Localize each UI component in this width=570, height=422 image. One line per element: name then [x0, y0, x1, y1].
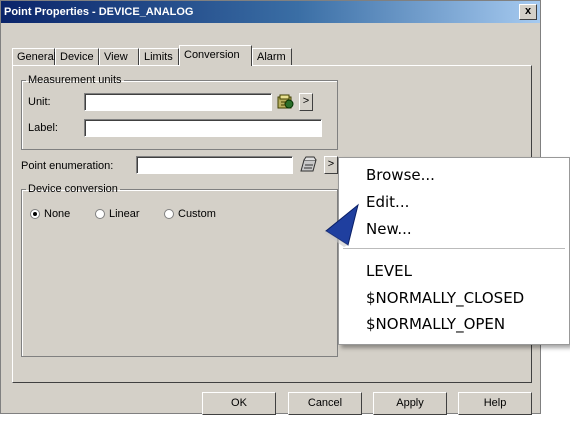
- tab-conversion[interactable]: Conversion: [179, 45, 252, 66]
- tab-view[interactable]: View: [99, 48, 139, 65]
- enumeration-context-menu: Browse... Edit... New... LEVEL $NORMALLY…: [338, 157, 570, 345]
- radio-none[interactable]: None: [30, 208, 70, 220]
- radio-custom-dot[interactable]: [164, 209, 174, 219]
- apply-button[interactable]: Apply: [373, 392, 447, 415]
- radio-none-label: None: [44, 208, 71, 220]
- label-label: Label:: [28, 122, 58, 134]
- menu-separator: [343, 248, 565, 249]
- label-input[interactable]: [84, 119, 322, 137]
- window-title: Point Properties - DEVICE_ANALOG: [4, 6, 194, 18]
- cancel-button[interactable]: Cancel: [288, 392, 362, 415]
- point-enumeration-arrow-button[interactable]: >: [324, 156, 338, 174]
- close-button[interactable]: x: [519, 4, 537, 20]
- mouse-pointer-icon: [324, 203, 359, 247]
- enumeration-browse-icon[interactable]: [299, 156, 319, 174]
- menu-item-edit[interactable]: Edit...: [366, 193, 409, 211]
- title-bar[interactable]: Point Properties - DEVICE_ANALOG x: [1, 1, 540, 23]
- menu-item-normally-open[interactable]: $NORMALLY_OPEN: [366, 315, 505, 333]
- menu-item-new[interactable]: New...: [366, 220, 412, 238]
- device-conversion-legend: Device conversion: [28, 183, 118, 195]
- radio-custom[interactable]: Custom: [164, 208, 216, 220]
- tab-device[interactable]: Device: [55, 48, 99, 65]
- radio-linear[interactable]: Linear: [95, 208, 140, 220]
- radio-linear-label: Linear: [109, 208, 140, 220]
- unit-label: Unit:: [28, 96, 51, 108]
- tab-limits[interactable]: Limits: [139, 48, 179, 65]
- menu-item-browse[interactable]: Browse...: [366, 166, 435, 184]
- point-enumeration-label: Point enumeration:: [21, 160, 114, 172]
- radio-custom-label: Custom: [178, 208, 216, 220]
- point-enumeration-input[interactable]: [136, 156, 293, 174]
- measurement-units-legend: Measurement units: [28, 74, 122, 86]
- unit-browse-icon[interactable]: [276, 93, 296, 111]
- unit-input[interactable]: [84, 93, 272, 111]
- tab-general[interactable]: General: [12, 48, 56, 65]
- radio-linear-dot[interactable]: [95, 209, 105, 219]
- ok-button[interactable]: OK: [202, 392, 276, 415]
- menu-item-normally-closed[interactable]: $NORMALLY_CLOSED: [366, 289, 524, 307]
- menu-item-level[interactable]: LEVEL: [366, 262, 412, 280]
- tab-alarm[interactable]: Alarm: [252, 48, 292, 65]
- radio-none-dot[interactable]: [30, 209, 40, 219]
- measurement-units-group: Measurement units: [21, 74, 338, 150]
- unit-arrow-button[interactable]: >: [299, 93, 313, 111]
- help-button[interactable]: Help: [458, 392, 532, 415]
